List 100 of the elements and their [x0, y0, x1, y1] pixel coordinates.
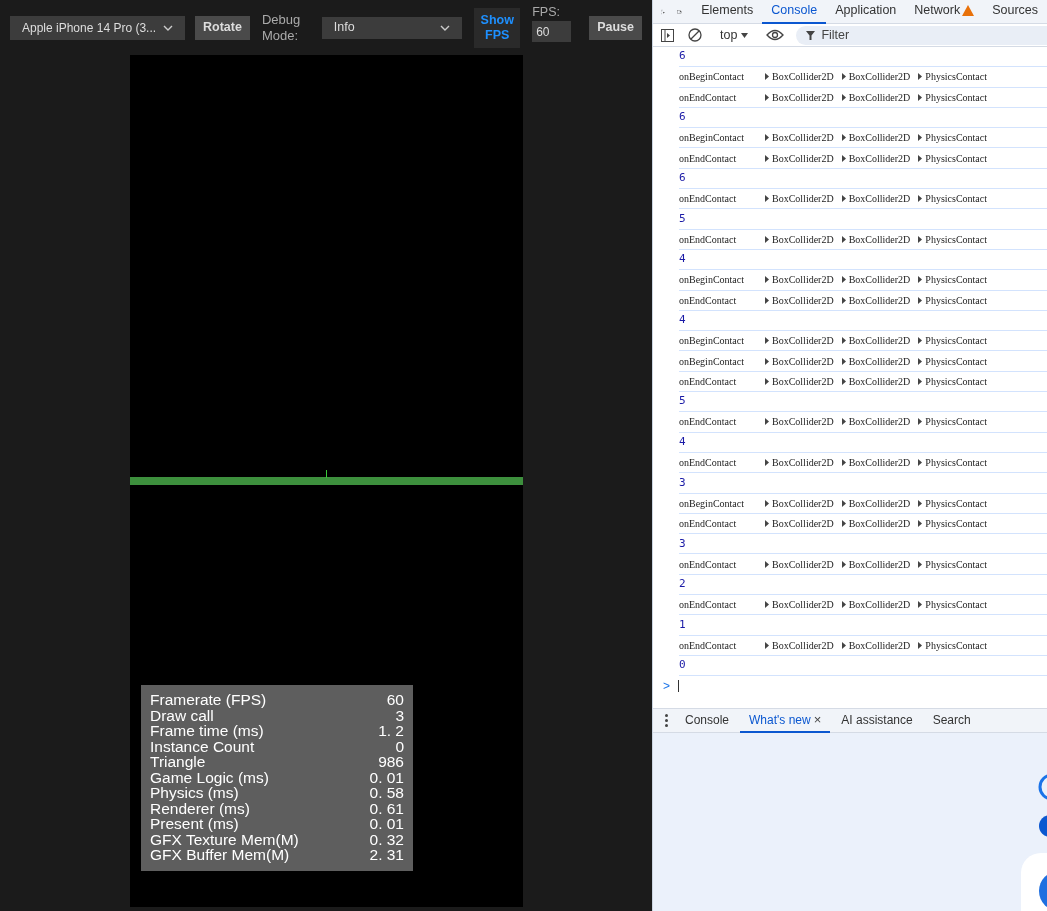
- expand-triangle-icon: [765, 641, 769, 649]
- object-argument[interactable]: BoxCollider2D: [765, 292, 834, 308]
- object-argument[interactable]: BoxCollider2D: [841, 333, 911, 349]
- object-argument[interactable]: PhysicsContact: [918, 69, 987, 85]
- stat-label: GFX Texture Mem(M): [150, 831, 299, 847]
- clear-icon[interactable]: [688, 28, 702, 42]
- object-argument[interactable]: BoxCollider2D: [765, 69, 834, 85]
- object-argument[interactable]: BoxCollider2D: [765, 597, 834, 613]
- object-argument[interactable]: PhysicsContact: [918, 272, 987, 288]
- more-options-icon[interactable]: [665, 714, 668, 727]
- object-argument[interactable]: BoxCollider2D: [841, 637, 911, 653]
- expand-triangle-icon: [841, 235, 846, 243]
- object-argument[interactable]: PhysicsContact: [918, 89, 987, 105]
- object-argument[interactable]: PhysicsContact: [918, 414, 987, 430]
- object-argument[interactable]: BoxCollider2D: [765, 191, 834, 207]
- object-argument[interactable]: BoxCollider2D: [841, 597, 911, 613]
- object-argument[interactable]: PhysicsContact: [918, 455, 987, 471]
- object-argument[interactable]: BoxCollider2D: [841, 353, 911, 369]
- object-argument[interactable]: BoxCollider2D: [765, 373, 834, 389]
- text-cursor[interactable]: [678, 680, 679, 693]
- object-argument[interactable]: BoxCollider2D: [765, 637, 834, 653]
- close-icon[interactable]: ×: [813, 709, 822, 730]
- object-argument[interactable]: PhysicsContact: [918, 597, 987, 613]
- object-argument[interactable]: PhysicsContact: [918, 556, 987, 572]
- object-argument[interactable]: BoxCollider2D: [765, 231, 834, 247]
- debug-mode-label: Debug Mode:: [261, 11, 302, 44]
- object-argument[interactable]: BoxCollider2D: [841, 150, 911, 166]
- object-argument[interactable]: PhysicsContact: [918, 495, 987, 511]
- drawer-tab[interactable]: AI assistance: [832, 708, 922, 733]
- object-argument[interactable]: BoxCollider2D: [841, 373, 911, 389]
- stat-label: Game Logic (ms): [150, 769, 269, 785]
- expand-triangle-icon: [841, 377, 846, 385]
- object-argument[interactable]: BoxCollider2D: [841, 89, 911, 105]
- object-argument[interactable]: PhysicsContact: [918, 333, 987, 349]
- object-argument[interactable]: PhysicsContact: [918, 191, 987, 207]
- object-argument[interactable]: BoxCollider2D: [765, 333, 834, 349]
- fps-field[interactable]: 60: [532, 21, 572, 43]
- expand-triangle-icon: [765, 134, 769, 142]
- pause-button[interactable]: Pause: [589, 15, 642, 40]
- object-argument[interactable]: BoxCollider2D: [765, 414, 834, 430]
- expand-triangle-icon: [918, 499, 923, 507]
- object-argument[interactable]: BoxCollider2D: [765, 455, 834, 471]
- expand-triangle-icon: [918, 276, 923, 284]
- object-argument[interactable]: PhysicsContact: [918, 515, 987, 531]
- console-number: 6: [679, 109, 686, 126]
- filter-field[interactable]: Filter: [796, 25, 1047, 45]
- object-argument[interactable]: BoxCollider2D: [841, 231, 911, 247]
- drawer-tab[interactable]: Console: [676, 708, 739, 733]
- object-argument[interactable]: BoxCollider2D: [765, 495, 834, 511]
- devtools-tab[interactable]: Application: [826, 0, 906, 24]
- stat-value: 986: [378, 754, 404, 770]
- console-number: 4: [679, 434, 686, 451]
- expand-triangle-icon: [841, 276, 846, 284]
- object-argument[interactable]: BoxCollider2D: [765, 515, 834, 531]
- object-argument[interactable]: PhysicsContact: [918, 373, 987, 389]
- devtools-tab[interactable]: Elements: [692, 0, 763, 24]
- context-select[interactable]: top: [720, 25, 749, 45]
- object-argument[interactable]: BoxCollider2D: [841, 495, 911, 511]
- object-argument[interactable]: BoxCollider2D: [841, 414, 911, 430]
- object-argument[interactable]: PhysicsContact: [918, 353, 987, 369]
- object-argument[interactable]: BoxCollider2D: [841, 69, 911, 85]
- object-argument[interactable]: BoxCollider2D: [765, 353, 834, 369]
- object-argument[interactable]: BoxCollider2D: [841, 130, 911, 146]
- stat-label: Frame time (ms): [150, 723, 264, 739]
- object-argument[interactable]: BoxCollider2D: [841, 515, 911, 531]
- object-argument[interactable]: BoxCollider2D: [841, 292, 911, 308]
- devtools-tab[interactable]: Sources: [983, 0, 1047, 24]
- object-argument[interactable]: BoxCollider2D: [765, 150, 834, 166]
- show-fps-button[interactable]: Show FPS: [474, 7, 521, 48]
- object-argument[interactable]: PhysicsContact: [918, 130, 987, 146]
- object-argument[interactable]: BoxCollider2D: [765, 130, 834, 146]
- object-argument[interactable]: BoxCollider2D: [765, 272, 834, 288]
- object-argument[interactable]: PhysicsContact: [918, 231, 987, 247]
- expand-triangle-icon: [841, 418, 846, 426]
- object-argument[interactable]: PhysicsContact: [918, 292, 987, 308]
- expand-triangle-icon: [765, 73, 769, 81]
- console-message: onEndContact: [679, 415, 738, 430]
- caret-icon: [440, 24, 451, 31]
- stat-value: 3: [395, 707, 404, 723]
- object-argument[interactable]: PhysicsContact: [918, 637, 987, 653]
- expand-triangle-icon: [918, 377, 923, 385]
- console-message: onEndContact: [679, 456, 738, 471]
- object-argument[interactable]: BoxCollider2D: [765, 89, 834, 105]
- object-argument[interactable]: BoxCollider2D: [841, 556, 911, 572]
- devtools-tab[interactable]: Console: [762, 0, 827, 24]
- debug-mode-select[interactable]: Info: [321, 16, 463, 39]
- devtools-tab[interactable]: Network: [905, 0, 984, 24]
- object-argument[interactable]: BoxCollider2D: [765, 556, 834, 572]
- object-argument[interactable]: BoxCollider2D: [841, 272, 911, 288]
- expand-triangle-icon: [918, 641, 923, 649]
- drawer-tab[interactable]: Search: [923, 708, 980, 733]
- device-select[interactable]: Apple iPhone 14 Pro (3...: [10, 15, 185, 40]
- rotate-button[interactable]: Rotate: [195, 15, 250, 40]
- expand-triangle-icon: [841, 641, 846, 649]
- object-argument[interactable]: PhysicsContact: [918, 150, 987, 166]
- expand-triangle-icon: [918, 337, 923, 345]
- sidebar-icon[interactable]: [661, 28, 674, 42]
- eye-icon[interactable]: [766, 29, 785, 41]
- object-argument[interactable]: BoxCollider2D: [841, 455, 911, 471]
- object-argument[interactable]: BoxCollider2D: [841, 191, 911, 207]
